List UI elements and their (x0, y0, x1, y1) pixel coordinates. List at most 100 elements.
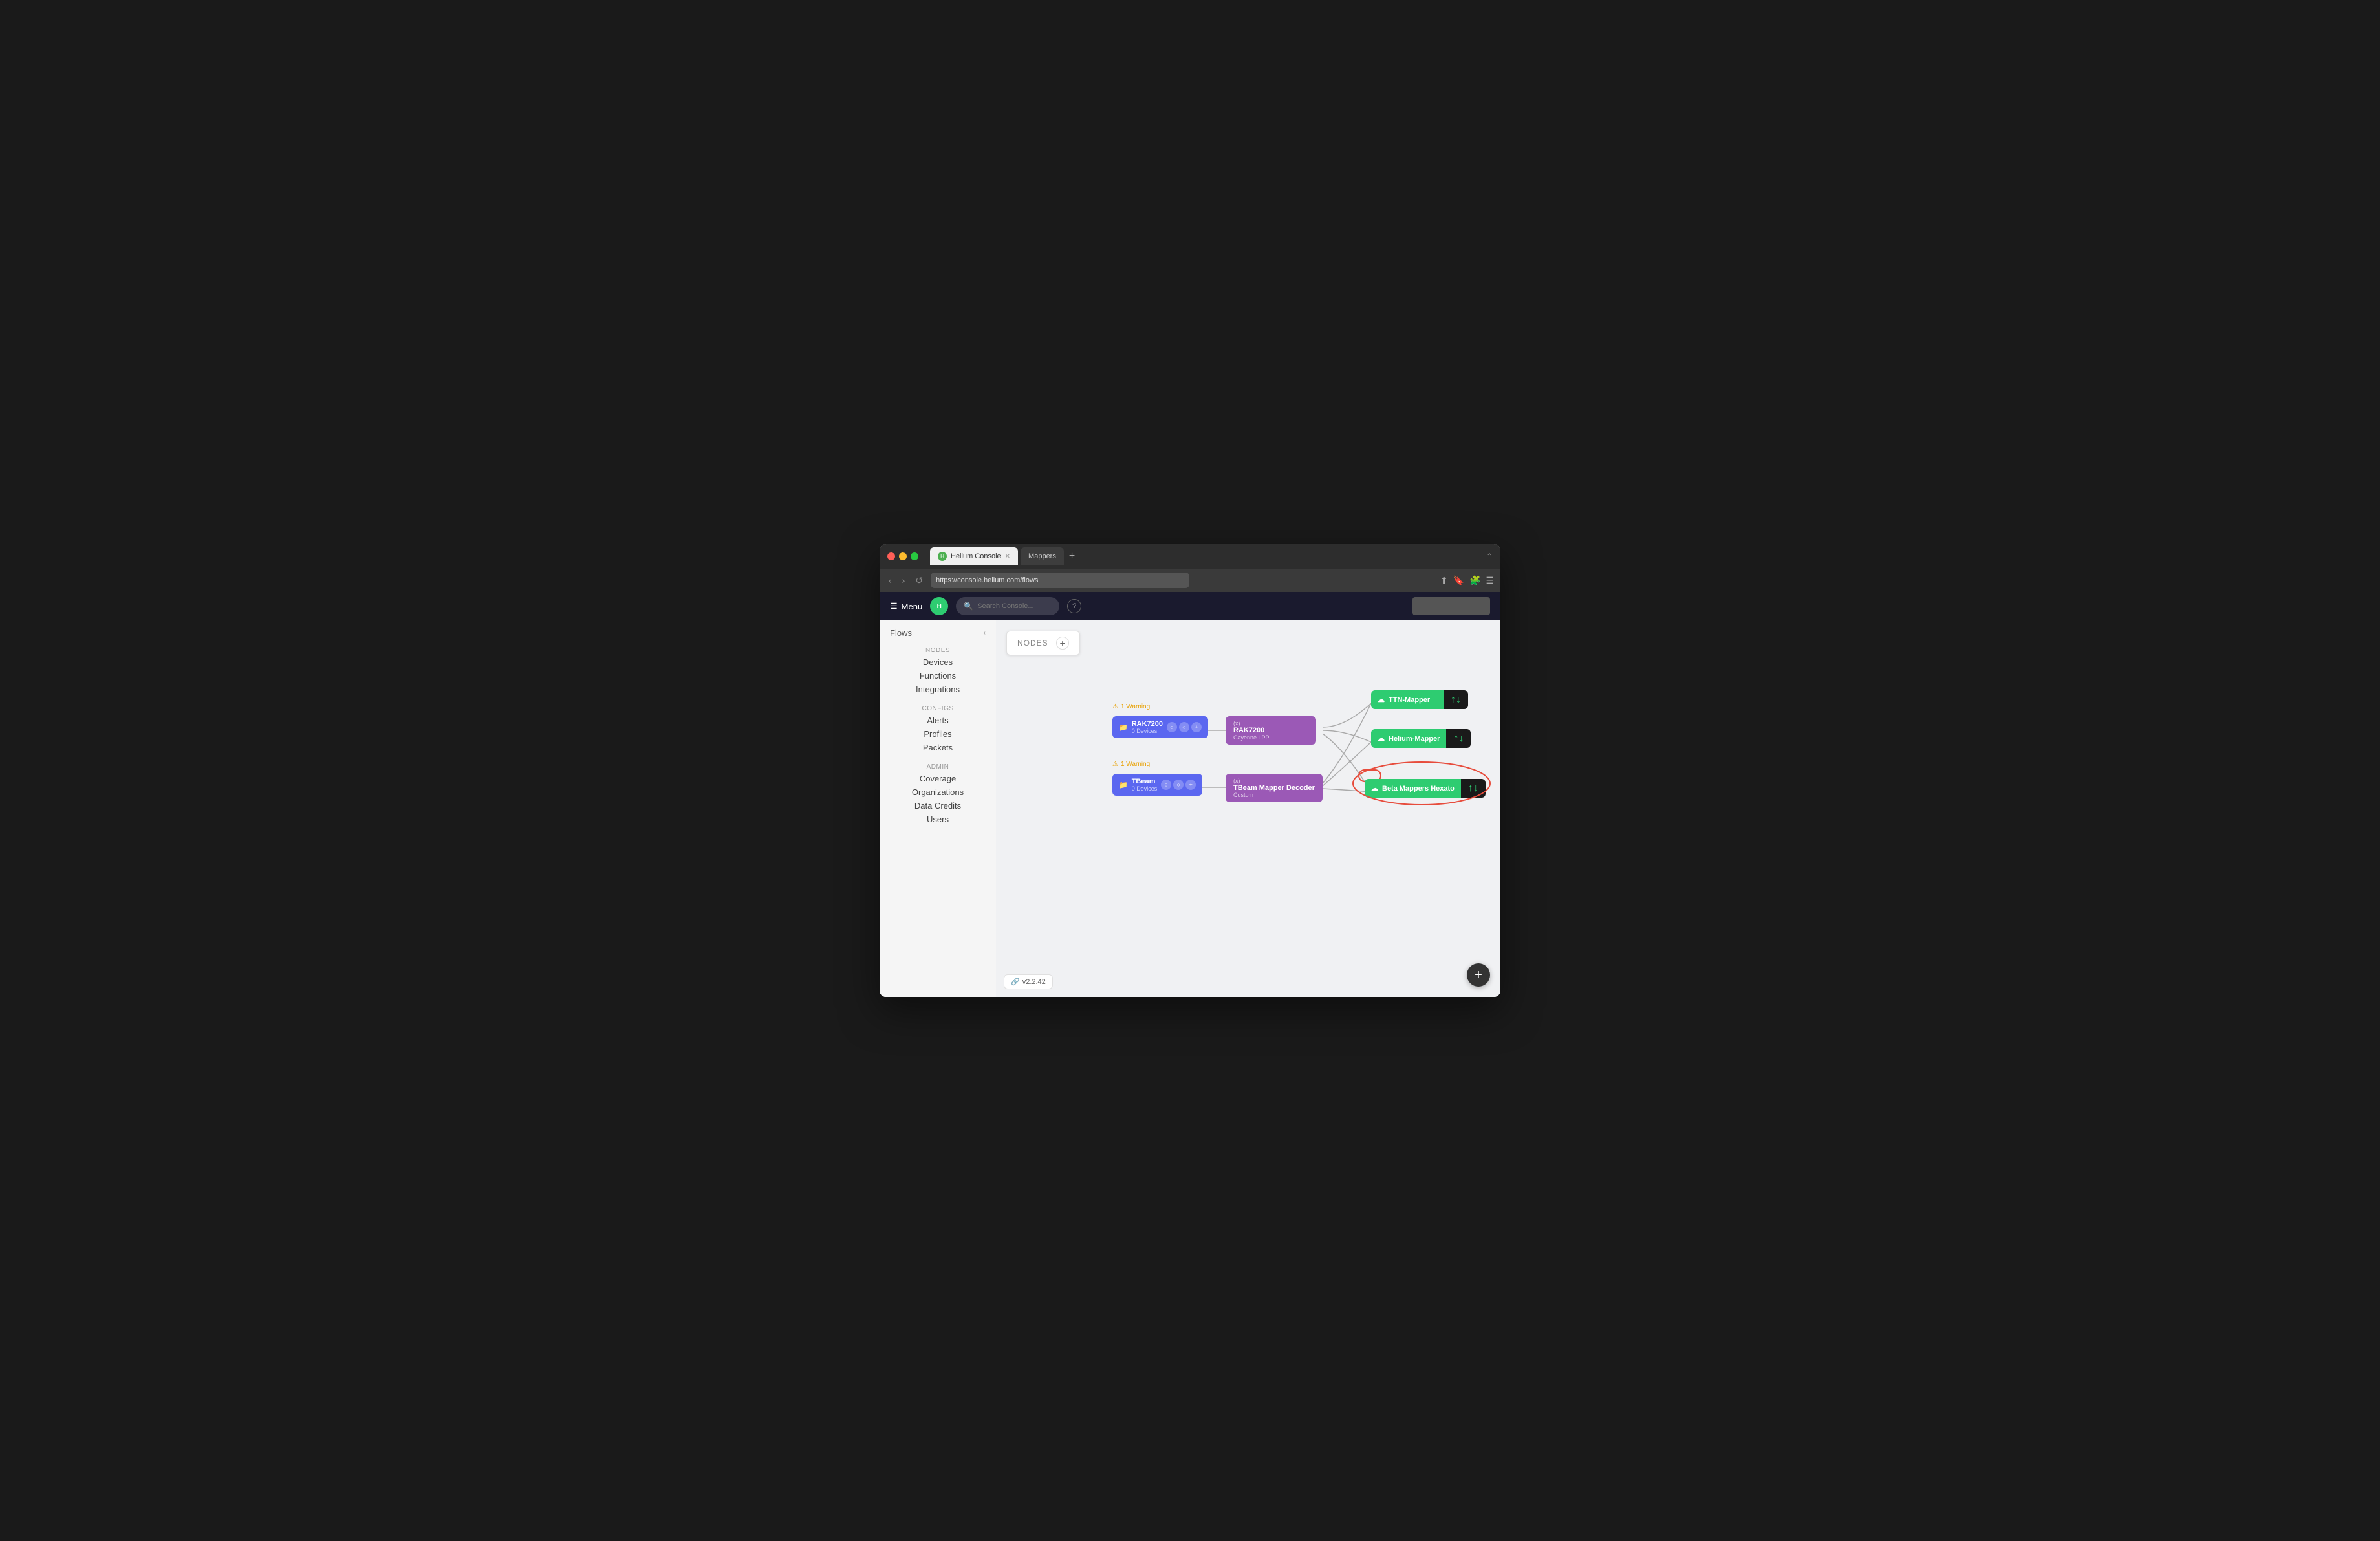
warning-rak: ⚠ 1 Warning (1112, 703, 1150, 710)
rak7200-count: 0 Devices (1132, 728, 1163, 734)
fn-tbeam-title: TBeam Mapper Decoder (1233, 784, 1315, 792)
fullscreen-button[interactable] (911, 552, 918, 560)
tab-helium-console[interactable]: H Helium Console ✕ (930, 547, 1018, 565)
sidebar-item-devices[interactable]: Devices (880, 655, 996, 669)
search-input[interactable] (977, 602, 1048, 610)
ttn-wave-icon: ↑↓ (1451, 694, 1461, 706)
sidebar-item-packets[interactable]: Packets (880, 741, 996, 754)
tbeam-folder-icon: 📁 (1119, 781, 1128, 789)
version-icon: 🔗 (1011, 978, 1020, 986)
back-button[interactable]: ‹ (886, 574, 894, 587)
tab-mappers[interactable]: Mappers (1021, 547, 1064, 565)
nodes-panel: NODES + (1006, 631, 1080, 655)
sidebar-section-configs: CONFIGS Alerts Profiles Packets (880, 701, 996, 754)
address-bar[interactable]: https://console.helium.com/flows (931, 573, 1189, 588)
rak7200-controls: ○ ○ + (1167, 722, 1202, 732)
warning-text: 1 Warning (1121, 703, 1150, 710)
integration-ttn[interactable]: ☁ TTN-Mapper ↑↓ (1371, 690, 1468, 709)
rak7200-name: RAK7200 (1132, 720, 1163, 728)
sidebar-item-alerts[interactable]: Alerts (880, 714, 996, 727)
flows-header: Flows ‹ (880, 620, 996, 643)
tbeam-controls: ○ ○ + (1161, 780, 1196, 790)
fn-prefix-tbeam: (x) (1233, 778, 1315, 784)
function-node-rak7200[interactable]: (x) RAK7200 Cayenne LPP (1226, 716, 1316, 745)
close-button[interactable] (887, 552, 895, 560)
flows-label[interactable]: Flows (890, 628, 912, 638)
minimize-button[interactable] (899, 552, 907, 560)
rak7200-ctrl-2[interactable]: ○ (1179, 722, 1189, 732)
new-tab-button[interactable]: + (1066, 551, 1077, 562)
traffic-lights (887, 552, 918, 560)
device-node-rak7200[interactable]: 📁 RAK7200 0 Devices ○ ○ + (1112, 716, 1208, 738)
tab-mappers-label: Mappers (1028, 552, 1056, 560)
add-flow-button[interactable]: + (1467, 963, 1490, 987)
tbeam-ctrl-1[interactable]: ○ (1161, 780, 1171, 790)
ttn-cloud-icon: ☁ (1378, 695, 1385, 704)
ttn-label-area: ☁ TTN-Mapper (1371, 690, 1444, 709)
sidebar-item-coverage[interactable]: Coverage (880, 772, 996, 785)
sidebar-section-nodes: NODES Devices Functions Integrations (880, 643, 996, 696)
share-icon[interactable]: ⬆ (1440, 575, 1448, 586)
sidebar-item-users[interactable]: Users (880, 813, 996, 826)
bookmark-icon[interactable]: 🔖 (1453, 575, 1464, 586)
fn-prefix-rak: (x) (1233, 720, 1308, 727)
flows-chevron-icon[interactable]: ‹ (984, 629, 986, 637)
sidebar-item-functions[interactable]: Functions (880, 669, 996, 683)
rak7200-ctrl-3[interactable]: + (1191, 722, 1202, 732)
window-controls: ⌃ (1486, 552, 1493, 561)
nodes-add-button[interactable]: + (1056, 637, 1069, 650)
nodes-section-label: NODES (880, 643, 996, 655)
helium-favicon: H (938, 552, 947, 561)
helium-icon-box: ↑↓ (1446, 729, 1471, 748)
fn-rak-sub: Cayenne LPP (1233, 734, 1308, 741)
helium-wave-icon: ↑↓ (1453, 733, 1464, 745)
tab-helium-close[interactable]: ✕ (1005, 553, 1010, 560)
helium-label-area: ☁ Helium-Mapper (1371, 729, 1446, 748)
ttn-icon-box: ↑↓ (1444, 690, 1468, 709)
sidebar-item-profiles[interactable]: Profiles (880, 727, 996, 741)
helium-cloud-icon: ☁ (1378, 734, 1385, 743)
tbeam-node-info: TBeam 0 Devices (1132, 778, 1158, 792)
menu-button[interactable]: ☰ Menu (890, 601, 922, 611)
ttn-name: TTN-Mapper (1389, 696, 1430, 704)
refresh-button[interactable]: ↺ (913, 574, 925, 587)
rak7200-ctrl-1[interactable]: ○ (1167, 722, 1177, 732)
integration-beta[interactable]: ☁ Beta Mappers Hexato ↑↓ (1365, 779, 1486, 798)
main-content: Flows ‹ NODES Devices Functions Integrat… (880, 620, 1500, 997)
fn-rak-title: RAK7200 (1233, 727, 1308, 734)
beta-mapper-name: Beta Mappers Hexato (1382, 785, 1455, 792)
tbeam-count: 0 Devices (1132, 785, 1158, 792)
tbeam-name: TBeam (1132, 778, 1158, 785)
device-folder-icon: 📁 (1119, 723, 1128, 732)
sidebar-item-data-credits[interactable]: Data Credits (880, 799, 996, 813)
warning-text-2: 1 Warning (1121, 761, 1150, 768)
warning-tbeam: ⚠ 1 Warning (1112, 761, 1150, 768)
extensions-icon[interactable]: 🧩 (1469, 575, 1480, 586)
integration-helium[interactable]: ☁ Helium-Mapper ↑↓ (1371, 729, 1471, 748)
titlebar: H Helium Console ✕ Mappers + ⌃ (880, 544, 1500, 569)
menu-label: Menu (902, 602, 923, 611)
search-bar[interactable]: 🔍 (956, 597, 1059, 615)
sidebar-item-integrations[interactable]: Integrations (880, 683, 996, 696)
tbeam-ctrl-2[interactable]: ○ (1173, 780, 1184, 790)
tab-helium-label: Helium Console (951, 552, 1001, 560)
browserbar: ‹ › ↺ https://console.helium.com/flows ⬆… (880, 569, 1500, 592)
version-badge: 🔗 v2.2.42 (1004, 974, 1053, 989)
sidebar-section-admin: ADMIN Coverage Organizations Data Credit… (880, 760, 996, 826)
help-button[interactable]: ? (1067, 599, 1081, 613)
tbeam-ctrl-3[interactable]: + (1185, 780, 1196, 790)
url-text: https://console.helium.com/flows (936, 576, 1038, 584)
fn-tbeam-sub: Custom (1233, 792, 1315, 798)
beta-label-area: ☁ Beta Mappers Hexato (1365, 779, 1461, 798)
sidebar: Flows ‹ NODES Devices Functions Integrat… (880, 620, 996, 997)
browser-window: H Helium Console ✕ Mappers + ⌃ ‹ › ↺ htt… (880, 544, 1500, 997)
function-node-tbeam[interactable]: (x) TBeam Mapper Decoder Custom (1226, 774, 1323, 802)
warning-icon: ⚠ (1112, 703, 1118, 710)
beta-cloud-icon: ☁ (1371, 784, 1378, 792)
search-icon: 🔍 (964, 602, 973, 611)
forward-button[interactable]: › (900, 574, 908, 587)
menu-icon[interactable]: ☰ (1486, 575, 1494, 586)
device-node-tbeam[interactable]: 📁 TBeam 0 Devices ○ ○ + (1112, 774, 1202, 796)
header-right-area (1412, 597, 1490, 615)
sidebar-item-organizations[interactable]: Organizations (880, 785, 996, 799)
